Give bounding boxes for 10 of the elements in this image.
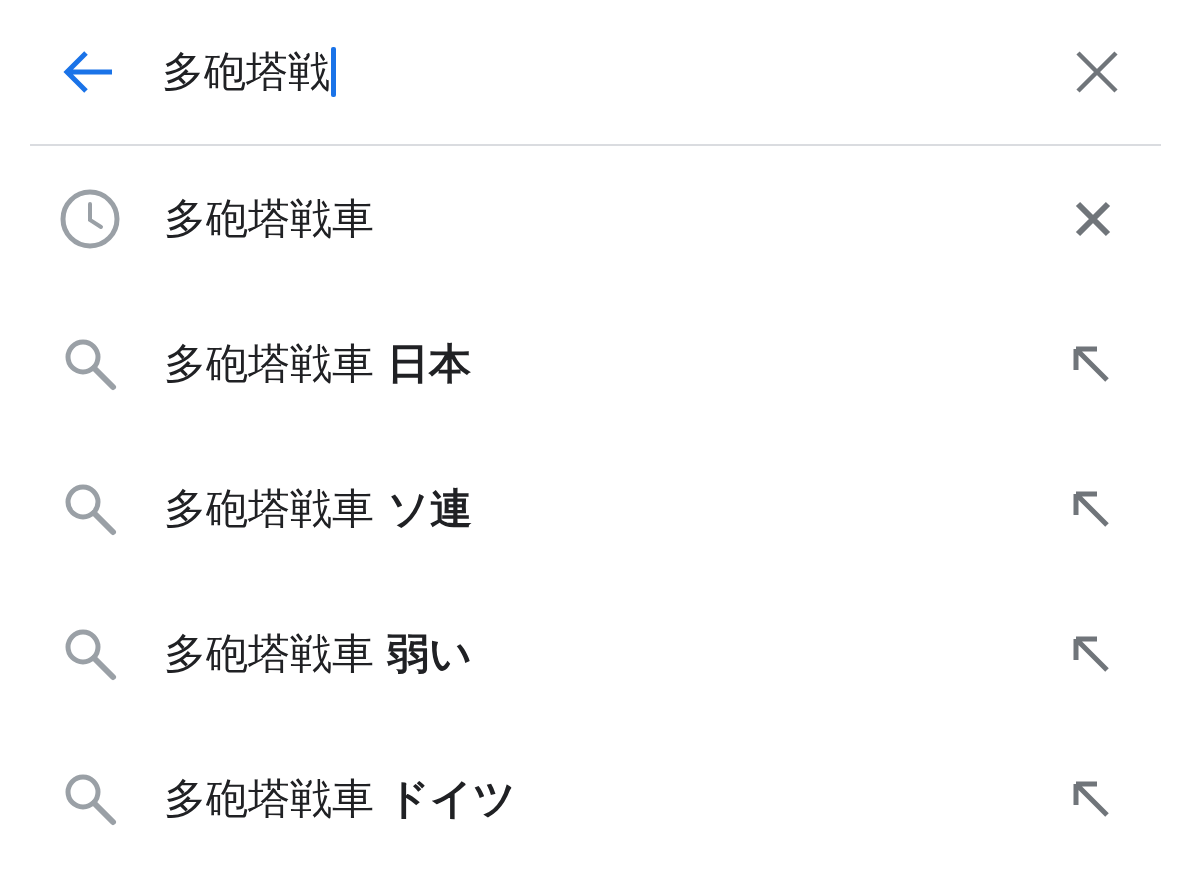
suggestion-text[interactable]: 多砲塔戦車 ドイツ: [164, 770, 1071, 827]
suggestion-text[interactable]: 多砲塔戦車 日本: [164, 335, 1071, 392]
suggestion-text[interactable]: 多砲塔戦車: [164, 190, 1075, 247]
back-icon[interactable]: [62, 50, 114, 94]
suggestion-text[interactable]: 多砲塔戦車 弱い: [164, 625, 1071, 682]
remove-button[interactable]: [1075, 200, 1111, 237]
suggestion-text[interactable]: 多砲塔戦車 ソ連: [164, 480, 1071, 537]
history-icon: [59, 187, 121, 250]
close-icon[interactable]: [1075, 50, 1119, 94]
search-field[interactable]: 多砲塔戦: [162, 42, 1075, 102]
